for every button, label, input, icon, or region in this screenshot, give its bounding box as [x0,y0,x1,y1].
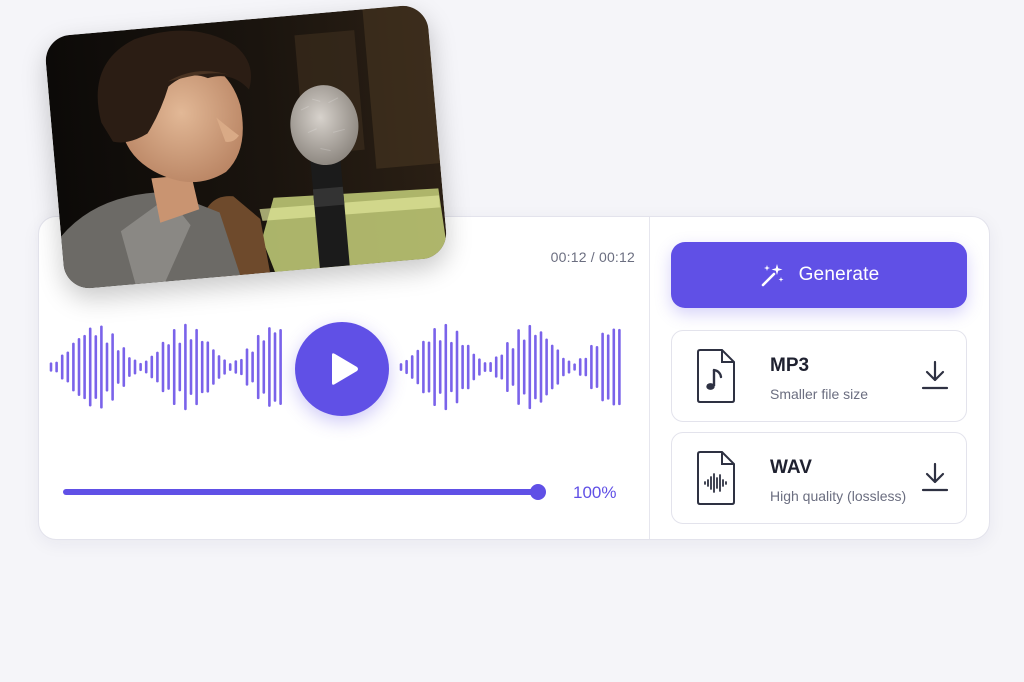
play-icon [332,353,358,385]
play-button[interactable] [295,322,389,416]
generate-button[interactable]: Generate [671,242,967,308]
format-option-mp3[interactable]: MP3 Smaller file size [671,330,967,422]
download-icon[interactable] [920,359,950,391]
format-option-wav[interactable]: WAV High quality (lossless) [671,432,967,524]
format-description: High quality (lossless) [770,488,907,504]
volume-percentage: 100% [573,483,617,502]
time-display: 00:12 / 00:12 [550,249,635,265]
volume-slider[interactable] [63,489,539,495]
format-name: MP3 [770,355,810,376]
format-description: Smaller file size [770,386,869,402]
download-icon[interactable] [920,461,950,493]
music-file-icon [697,349,735,403]
magic-wand-sparkle-icon [761,264,784,287]
audio-wave-file-icon [697,451,735,505]
panel-divider [649,217,650,539]
volume-slider-handle[interactable] [530,484,546,500]
format-name: WAV [770,457,812,478]
app-stage: 00:12 / 00:12 100% Generate MP3 Smaller … [0,0,1024,682]
generate-button-label: Generate [798,264,880,285]
speaker-photo [43,3,449,291]
